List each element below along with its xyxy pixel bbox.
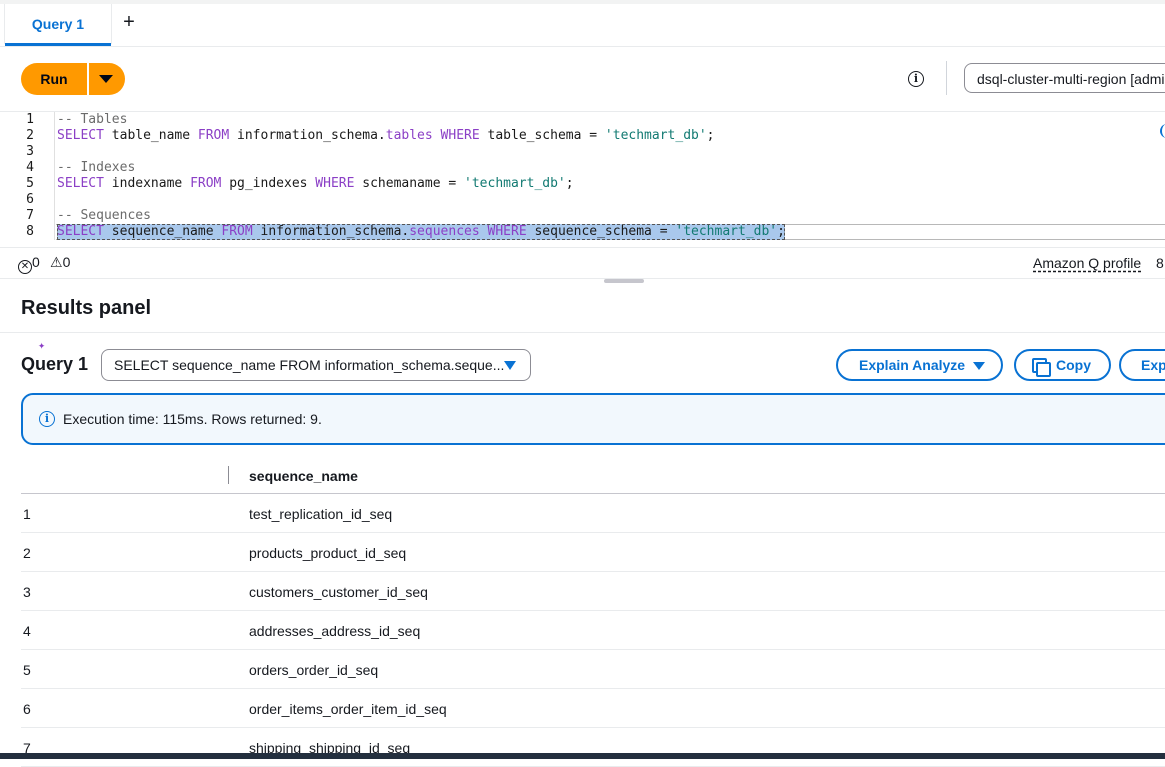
line-number: 4	[26, 160, 34, 175]
active-tab-indicator	[5, 43, 111, 46]
editor-line-7: 7 -- Sequences	[0, 208, 1165, 224]
line-number: 6	[26, 192, 34, 207]
row-index: 6	[23, 701, 31, 717]
caret-down-icon	[504, 361, 516, 370]
execution-info-alert: i Execution time: 115ms. Rows returned: …	[21, 393, 1165, 445]
editor-line-8: 8 ✦ SELECT sequence_name FROM informatio…	[0, 224, 1165, 352]
execution-message: Execution time: 115ms. Rows returned: 9.	[63, 411, 322, 427]
warning-icon: ⚠	[50, 254, 63, 270]
editor-line-6: 6	[0, 192, 1165, 208]
row-value: order_items_order_item_id_seq	[249, 701, 447, 717]
row-value: orders_order_id_seq	[249, 662, 379, 678]
tab-query-1-label: Query 1	[31, 16, 85, 32]
tab-bar-top-border	[0, 0, 1165, 4]
results-table: sequence_name 1 test_replication_id_seq …	[21, 456, 1165, 767]
results-panel-title: Results panel	[21, 297, 152, 319]
error-icon: ✕	[18, 260, 32, 274]
export-label: Export	[1141, 357, 1165, 373]
row-index: 5	[23, 662, 31, 678]
table-row: 2 products_product_id_seq	[21, 533, 1165, 572]
line-number: 2	[26, 128, 34, 143]
line-number: 5	[26, 176, 34, 191]
table-row: 7 shipping_shipping_id_seq	[21, 728, 1165, 767]
caret-down-icon	[973, 362, 985, 370]
amazon-q-sparkle-icon[interactable]: ✦	[38, 337, 45, 353]
row-value: customers_customer_id_seq	[249, 584, 428, 600]
query-result-select[interactable]: SELECT sequence_name FROM information_sc…	[101, 349, 531, 381]
editor-status-bar: ✕ 0 ⚠0 Amazon Q profile 8	[0, 247, 1165, 279]
table-row: 4 addresses_address_id_seq	[21, 611, 1165, 650]
panel-resize-handle[interactable]	[604, 279, 644, 283]
export-button[interactable]: Export	[1119, 349, 1165, 381]
info-icon[interactable]: i	[908, 71, 924, 87]
error-count[interactable]: ✕ 0	[18, 254, 40, 274]
row-index: 1	[23, 506, 31, 522]
column-resizer[interactable]	[228, 466, 229, 484]
query-tab-bar: Query 1 +	[0, 0, 1165, 47]
caret-down-icon	[99, 75, 113, 83]
table-header: sequence_name	[21, 456, 1165, 494]
line-number: 3	[26, 144, 34, 159]
editor-line-4: 4 -- Indexes	[0, 160, 1165, 176]
table-row: 3 customers_customer_id_seq	[21, 572, 1165, 611]
code-comment: -- Sequences	[57, 208, 151, 223]
toolbar-divider	[946, 61, 947, 95]
copy-icon-front	[1036, 362, 1051, 377]
code-text: SELECT table_name FROM information_schem…	[57, 128, 715, 143]
row-index: 3	[23, 584, 31, 600]
explain-analyze-button[interactable]: Explain Analyze	[836, 349, 1003, 381]
row-value: addresses_address_id_seq	[249, 623, 421, 639]
line-number: 7	[26, 208, 34, 223]
sql-editor[interactable]: 1 -- Tables 2 SELECT table_name FROM inf…	[0, 112, 1165, 352]
table-row: 1 test_replication_id_seq	[21, 494, 1165, 533]
row-index: 2	[23, 545, 31, 561]
code-comment: -- Indexes	[57, 160, 136, 175]
table-row: 5 orders_order_id_seq	[21, 650, 1165, 689]
info-icon: i	[39, 411, 55, 427]
warning-count[interactable]: ⚠0	[50, 254, 70, 271]
results-query-label: Query 1	[21, 354, 89, 374]
line-number: 8	[26, 224, 34, 239]
code-text: SELECT indexname FROM pg_indexes WHERE s…	[57, 176, 574, 191]
editor-line-1: 1 -- Tables	[0, 112, 1165, 128]
row-index: 4	[23, 623, 31, 639]
line-number: 1	[26, 112, 34, 127]
status-more: 8	[1156, 255, 1164, 271]
tab-query-1[interactable]: Query 1	[4, 4, 112, 46]
editor-line-2: 2 SELECT table_name FROM information_sch…	[0, 128, 1165, 144]
row-value: test_replication_id_seq	[249, 506, 393, 522]
results-divider	[0, 332, 1165, 333]
editor-toolbar: Run i dsql-cluster-multi-region [admin]	[0, 47, 1165, 112]
run-options-dropdown[interactable]	[89, 63, 125, 95]
explain-analyze-label: Explain Analyze	[859, 357, 966, 373]
editor-line-5: 5 SELECT indexname FROM pg_indexes WHERE…	[0, 176, 1165, 192]
selected-code-text: SELECT sequence_name FROM information_sc…	[57, 224, 785, 240]
query-result-select-value: SELECT sequence_name FROM information_sc…	[114, 357, 505, 373]
column-header-sequence-name[interactable]: sequence_name	[249, 468, 358, 484]
cluster-select[interactable]: dsql-cluster-multi-region [admin]	[964, 63, 1165, 93]
copy-button[interactable]: Copy	[1014, 349, 1111, 381]
row-value: products_product_id_seq	[249, 545, 407, 561]
copy-label: Copy	[1056, 357, 1091, 373]
amazon-q-profile-link[interactable]: Amazon Q profile	[1033, 255, 1141, 271]
taskbar-edge	[0, 753, 1165, 759]
add-tab-button[interactable]: +	[118, 10, 140, 34]
table-row: 6 order_items_order_item_id_seq	[21, 689, 1165, 728]
code-comment: -- Tables	[57, 112, 128, 127]
run-button[interactable]: Run	[21, 63, 87, 95]
editor-line-3: 3	[0, 144, 1165, 160]
